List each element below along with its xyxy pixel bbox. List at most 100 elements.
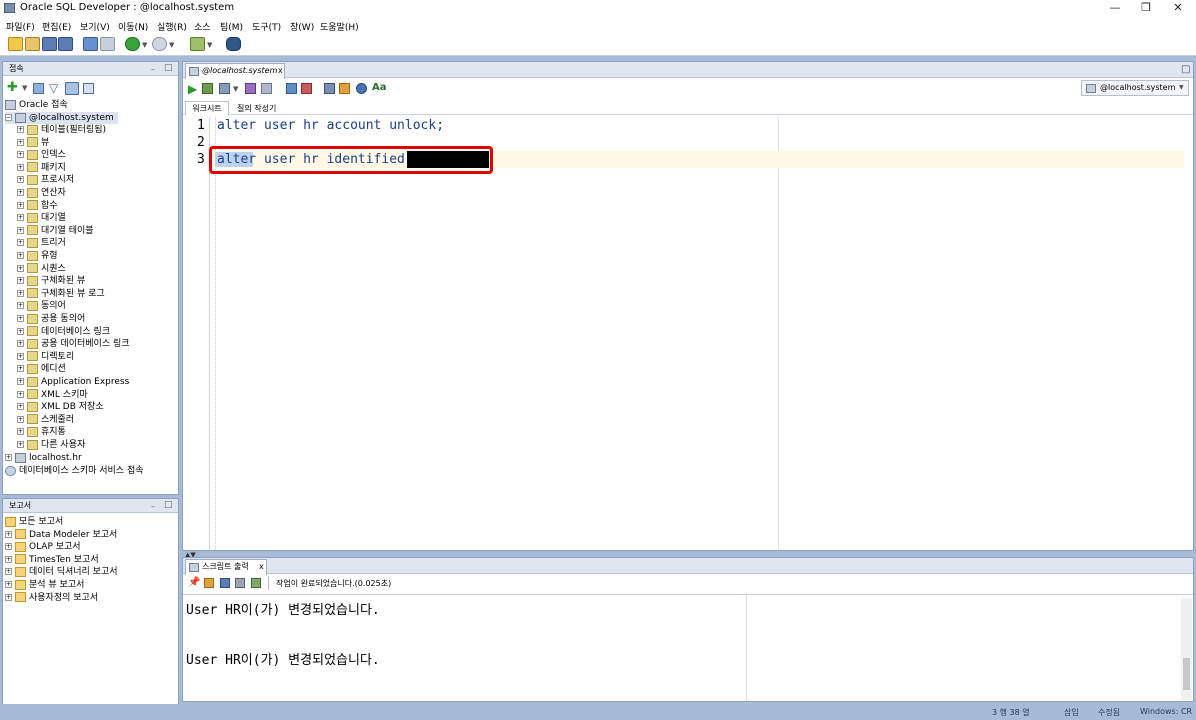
tree-item[interactable]: + 테이블(필터링됨) <box>17 124 106 136</box>
forward-icon[interactable] <box>152 37 167 51</box>
tree-item[interactable]: + 시퀀스 <box>17 263 66 275</box>
tree-item[interactable]: + 공용 동의어 <box>17 313 85 325</box>
binoculars-icon[interactable] <box>226 37 241 51</box>
forward-dropdown-icon[interactable]: ▼ <box>169 41 174 49</box>
tree-item[interactable]: + 디렉토리 <box>17 351 74 363</box>
tree-item[interactable]: + 연산자 <box>17 187 66 199</box>
expand-toggle-icon[interactable]: + <box>17 378 24 385</box>
expand-toggle-icon[interactable]: + <box>5 555 12 563</box>
run-script-icon[interactable] <box>202 83 213 94</box>
open-icon[interactable] <box>25 37 40 51</box>
expand-toggle-icon[interactable]: + <box>17 415 24 423</box>
tree-item[interactable]: + 동의어 <box>17 300 66 312</box>
menu-edit[interactable]: 편집(E) <box>42 20 71 33</box>
schema-browser-icon[interactable] <box>65 82 79 95</box>
clear-icon[interactable] <box>339 83 350 94</box>
report-item[interactable]: + TimesTen 보고서 <box>5 554 99 566</box>
expand-toggle-icon[interactable]: + <box>5 568 12 576</box>
tree-item[interactable]: + 에디션 <box>17 363 66 375</box>
save-output-icon[interactable] <box>220 578 230 588</box>
menu-tools[interactable]: 도구(T) <box>252 20 281 33</box>
pin-icon[interactable]: 📌 <box>188 577 200 588</box>
expand-toggle-icon[interactable]: + <box>17 327 24 335</box>
menu-file[interactable]: 파일(F) <box>6 20 35 33</box>
tree-item[interactable]: + 스케줄러 <box>17 414 74 426</box>
expand-toggle-icon[interactable]: + <box>17 239 24 247</box>
menu-run[interactable]: 실행(R) <box>157 20 187 33</box>
tab-close-icon[interactable]: x <box>259 560 264 574</box>
tree-item[interactable]: + 휴지통 <box>17 426 66 438</box>
expand-toggle-icon[interactable]: + <box>17 390 24 398</box>
run-statement-icon[interactable]: ▶ <box>188 82 197 96</box>
tree-item[interactable]: + 구체화된 뷰 로그 <box>17 288 105 300</box>
tree-item[interactable]: + XML 스키마 <box>17 389 88 401</box>
back-icon[interactable] <box>125 37 140 51</box>
print-icon[interactable] <box>235 578 245 588</box>
commit-icon[interactable] <box>219 83 230 94</box>
refresh-icon[interactable] <box>33 83 44 94</box>
history-icon[interactable] <box>356 83 367 94</box>
expand-toggle-icon[interactable]: + <box>17 163 24 171</box>
expand-toggle-icon[interactable]: + <box>17 441 24 448</box>
tree-item[interactable]: + 트리거 <box>17 237 66 249</box>
expand-toggle-icon[interactable]: + <box>17 365 24 373</box>
cancel-icon[interactable] <box>301 83 312 94</box>
expand-toggle-icon[interactable]: + <box>5 543 12 551</box>
expand-toggle-icon[interactable]: + <box>17 352 24 360</box>
expand-toggle-icon[interactable]: + <box>5 581 12 588</box>
tree-item[interactable]: + 공용 데이터베이스 링크 <box>17 338 130 350</box>
expand-toggle-icon[interactable]: + <box>5 593 12 601</box>
tree-item[interactable]: + 대기열 <box>17 212 66 224</box>
tree-item[interactable]: + Application Express <box>17 376 129 388</box>
expand-toggle-icon[interactable]: + <box>17 428 24 436</box>
tree-schema-service[interactable]: 데이터베이스 스키마 서비스 접속 <box>5 465 144 477</box>
panel-minimize-icon[interactable]: – <box>151 63 155 76</box>
tree-connection-system[interactable]: − @localhost.system <box>5 112 118 124</box>
eraser-icon[interactable] <box>204 578 214 588</box>
expand-toggle-icon[interactable]: + <box>17 315 24 322</box>
panel-maximize-icon[interactable]: □ <box>164 62 173 75</box>
report-item[interactable]: + 데이터 딕셔너리 보고서 <box>5 566 118 578</box>
panel-maximize-icon[interactable]: □ <box>164 499 173 512</box>
collapse-toggle-icon[interactable]: − <box>5 114 12 121</box>
tab-close-icon[interactable]: x <box>278 64 283 78</box>
scrollbar-thumb[interactable] <box>1183 658 1190 690</box>
save-icon[interactable] <box>42 37 57 51</box>
undo-icon[interactable] <box>83 37 98 51</box>
panel-minimize-icon[interactable]: – <box>151 500 155 513</box>
editor-tab[interactable]: @localhost.system x <box>185 63 285 79</box>
report-item[interactable]: 모든 보고서 <box>5 516 63 528</box>
tree-item[interactable]: + 뷰 <box>17 137 49 149</box>
report-item[interactable]: + 사용자정의 보고서 <box>5 592 98 604</box>
expand-toggle-icon[interactable]: + <box>17 151 24 159</box>
close-button[interactable]: ✕ <box>1163 0 1193 17</box>
migrate-dropdown-icon[interactable]: ▼ <box>207 41 212 49</box>
expand-toggle-icon[interactable]: + <box>17 252 24 259</box>
redo-icon[interactable] <box>100 37 115 51</box>
expand-toggle-icon[interactable]: + <box>17 126 24 133</box>
minimize-button[interactable]: — <box>1100 0 1130 17</box>
expand-toggle-icon[interactable]: + <box>17 189 24 196</box>
connection-selector[interactable]: @localhost.system ▼ <box>1081 80 1189 96</box>
script-output-tab[interactable]: 스크립트 출력 x <box>185 559 267 575</box>
menu-team[interactable]: 팀(M) <box>220 20 243 33</box>
filter-icon[interactable]: ▽ <box>49 81 58 95</box>
expand-toggle-icon[interactable]: + <box>17 340 24 348</box>
add-connection-dropdown-icon[interactable]: ▼ <box>22 84 27 92</box>
explain-plan-icon[interactable] <box>261 83 272 94</box>
tab-worksheet[interactable]: 워크시트 <box>185 101 229 115</box>
report-item[interactable]: + Data Modeler 보고서 <box>5 529 117 541</box>
restore-button[interactable]: ❐ <box>1131 0 1161 17</box>
expand-toggle-icon[interactable]: + <box>17 403 24 411</box>
expand-toggle-icon[interactable]: + <box>17 289 24 297</box>
rollback-icon[interactable] <box>245 83 256 94</box>
tree-item[interactable]: + 인덱스 <box>17 149 66 161</box>
new-icon[interactable] <box>8 37 23 51</box>
tree-root-oracle-connections[interactable]: Oracle 접속 <box>5 99 68 111</box>
expand-toggle-icon[interactable]: + <box>17 138 24 146</box>
tree-item[interactable]: + 유형 <box>17 250 58 262</box>
add-connection-icon[interactable]: ✚ <box>7 80 18 95</box>
tree-connection-hr[interactable]: + localhost.hr <box>5 452 82 464</box>
expand-toggle-icon[interactable]: + <box>17 226 24 234</box>
format-icon[interactable]: Aa <box>372 82 387 93</box>
